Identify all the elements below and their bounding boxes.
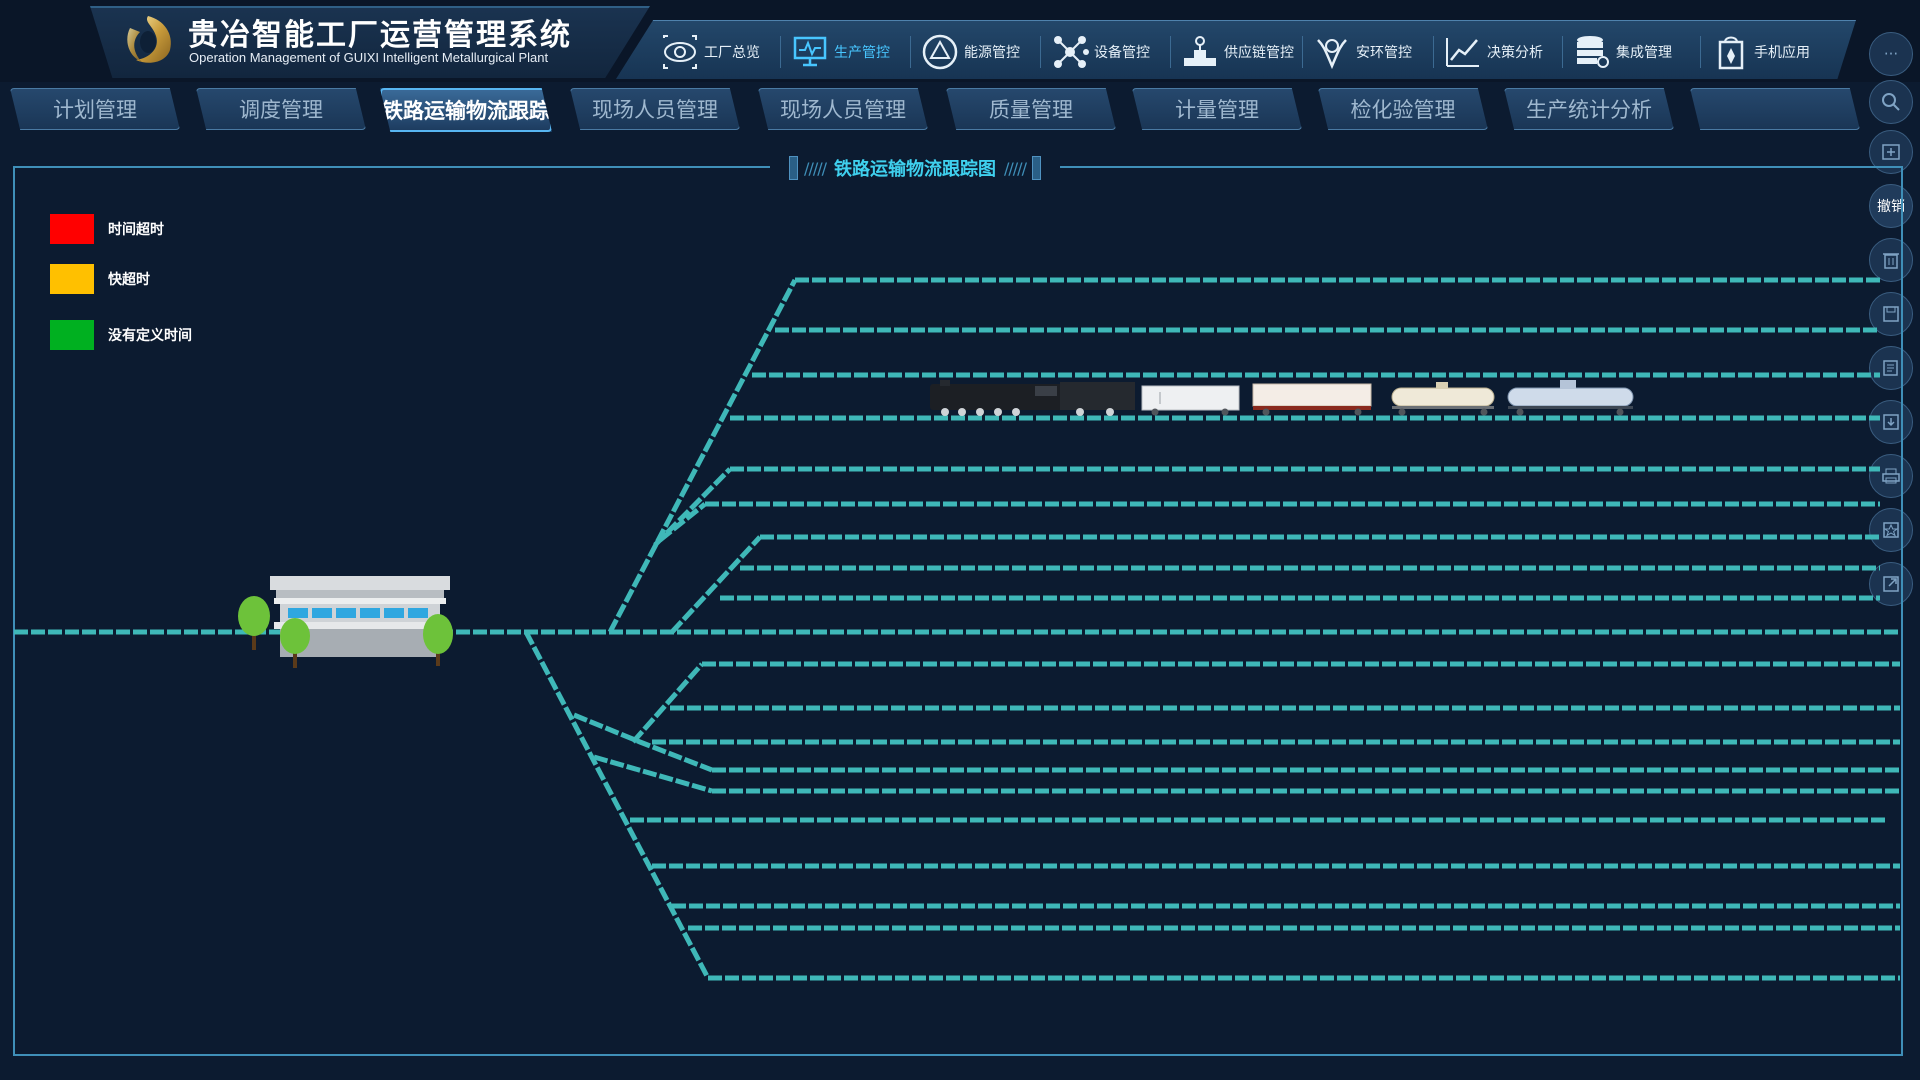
train-car-container-flatcar[interactable] [1252, 383, 1372, 416]
train[interactable] [930, 380, 1634, 416]
tree-icon [423, 614, 453, 666]
tree-icon [280, 618, 310, 668]
train-car-tank-cream[interactable] [1391, 382, 1495, 416]
switch-track[interactable] [631, 662, 704, 744]
switch-track[interactable] [670, 535, 762, 634]
tree-icon [238, 596, 270, 650]
switch-track[interactable] [523, 630, 711, 980]
train-car-locomotive[interactable] [930, 380, 1135, 416]
railway-track-diagram [14, 277, 1900, 981]
train-car-boxcar[interactable] [1141, 385, 1240, 416]
switch-track[interactable] [607, 278, 798, 634]
train-car-tank-blue[interactable] [1507, 380, 1634, 416]
